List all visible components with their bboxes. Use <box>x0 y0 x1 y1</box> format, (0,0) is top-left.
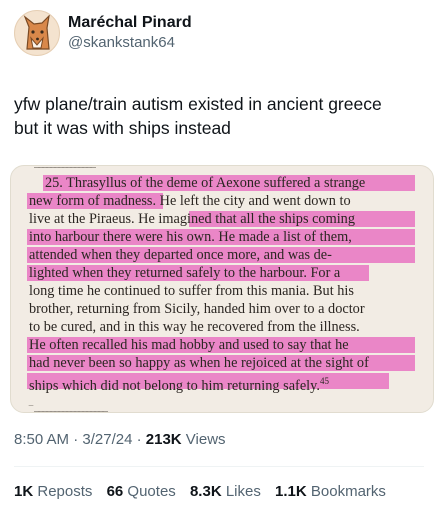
tweet-image[interactable]: ‾ ̶ ̶ ̶ ̶ ̶ ̶ ̶ ̶ ̶ ̶ ̶ ̶ ̶ ̶ ̶ 25. Thra… <box>10 165 434 413</box>
quotes-count: 66 <box>106 483 124 500</box>
book-page: ‾ ̶ ̶ ̶ ̶ ̶ ̶ ̶ ̶ ̶ ̶ ̶ ̶ ̶ ̶ ̶ 25. Thra… <box>11 166 433 412</box>
book-line: had never been so happy as when he rejoi… <box>29 355 369 371</box>
book-line: lighted when they returned safely to the… <box>29 265 341 281</box>
tweet-time[interactable]: 8:50 AM <box>14 431 69 448</box>
engagement-stats: 1K Reposts 66 Quotes 8.3K Likes 1.1K Boo… <box>14 483 396 500</box>
footnote-marker: 45 <box>319 376 329 386</box>
book-line-text: ships which did not belong to him return… <box>29 377 320 394</box>
book-line: ships which did not belong to him return… <box>29 372 329 394</box>
book-line: new form of madness. He left the city an… <box>29 193 351 209</box>
reposts-count: 1K <box>14 483 34 500</box>
reposts-label: Reposts <box>37 483 93 500</box>
author-name[interactable]: Maréchal Pinard <box>68 14 192 32</box>
book-line: brother, returning from Sicily, handed h… <box>29 301 365 317</box>
likes-count: 8.3K <box>189 483 222 500</box>
book-line: into harbour there were his own. He made… <box>29 229 352 245</box>
views-count: 213K <box>145 431 182 448</box>
tweet-text: yfw plane/train autism existed in ancien… <box>14 92 424 140</box>
fox-avatar-icon <box>23 14 50 50</box>
book-line: live at the Piraeus. He imagined that al… <box>29 211 355 227</box>
book-line: 25. Thrasyllus of the deme of Aexone suf… <box>45 175 366 191</box>
quotes-stat[interactable]: 66 Quotes <box>107 483 176 500</box>
tweet-text-line: but it was with ships instead <box>14 118 231 138</box>
bookmarks-count: 1.1K <box>275 483 307 500</box>
separator: · <box>69 431 83 448</box>
book-line: long time he continued to suffer from th… <box>29 283 354 299</box>
views-label: Views <box>181 431 226 448</box>
tweet-text-line: yfw plane/train autism existed in ancien… <box>14 94 382 114</box>
cropped-text-bottom: ‾ ̶ ̶ ̶ ̶ ̶ ̶ ̶ ̶ ̶ ̶ ̶ ̶ ̶ ̶ ̶ ̶ ̶ ̶ <box>29 404 106 413</box>
separator: · <box>132 431 146 448</box>
book-line: to be cured, and in this way he recovere… <box>29 319 360 335</box>
avatar[interactable] <box>14 10 60 56</box>
likes-label: Likes <box>225 483 261 500</box>
quotes-label: Quotes <box>127 483 176 500</box>
book-line: attended when they departed once more, a… <box>29 247 332 263</box>
bookmarks-label: Bookmarks <box>310 483 386 500</box>
tweet-date[interactable]: 3/27/24 <box>82 431 132 448</box>
reposts-stat[interactable]: 1K Reposts <box>14 483 92 500</box>
timestamp: 8:50 AM · 3/27/24 · 213K Views <box>14 431 226 448</box>
bookmarks-stat[interactable]: 1.1K Bookmarks <box>275 483 386 500</box>
book-line: He often recalled his mad hobby and used… <box>29 337 349 353</box>
author-handle[interactable]: @skankstank64 <box>68 34 175 51</box>
divider <box>14 466 424 467</box>
likes-stat[interactable]: 8.3K Likes <box>190 483 261 500</box>
